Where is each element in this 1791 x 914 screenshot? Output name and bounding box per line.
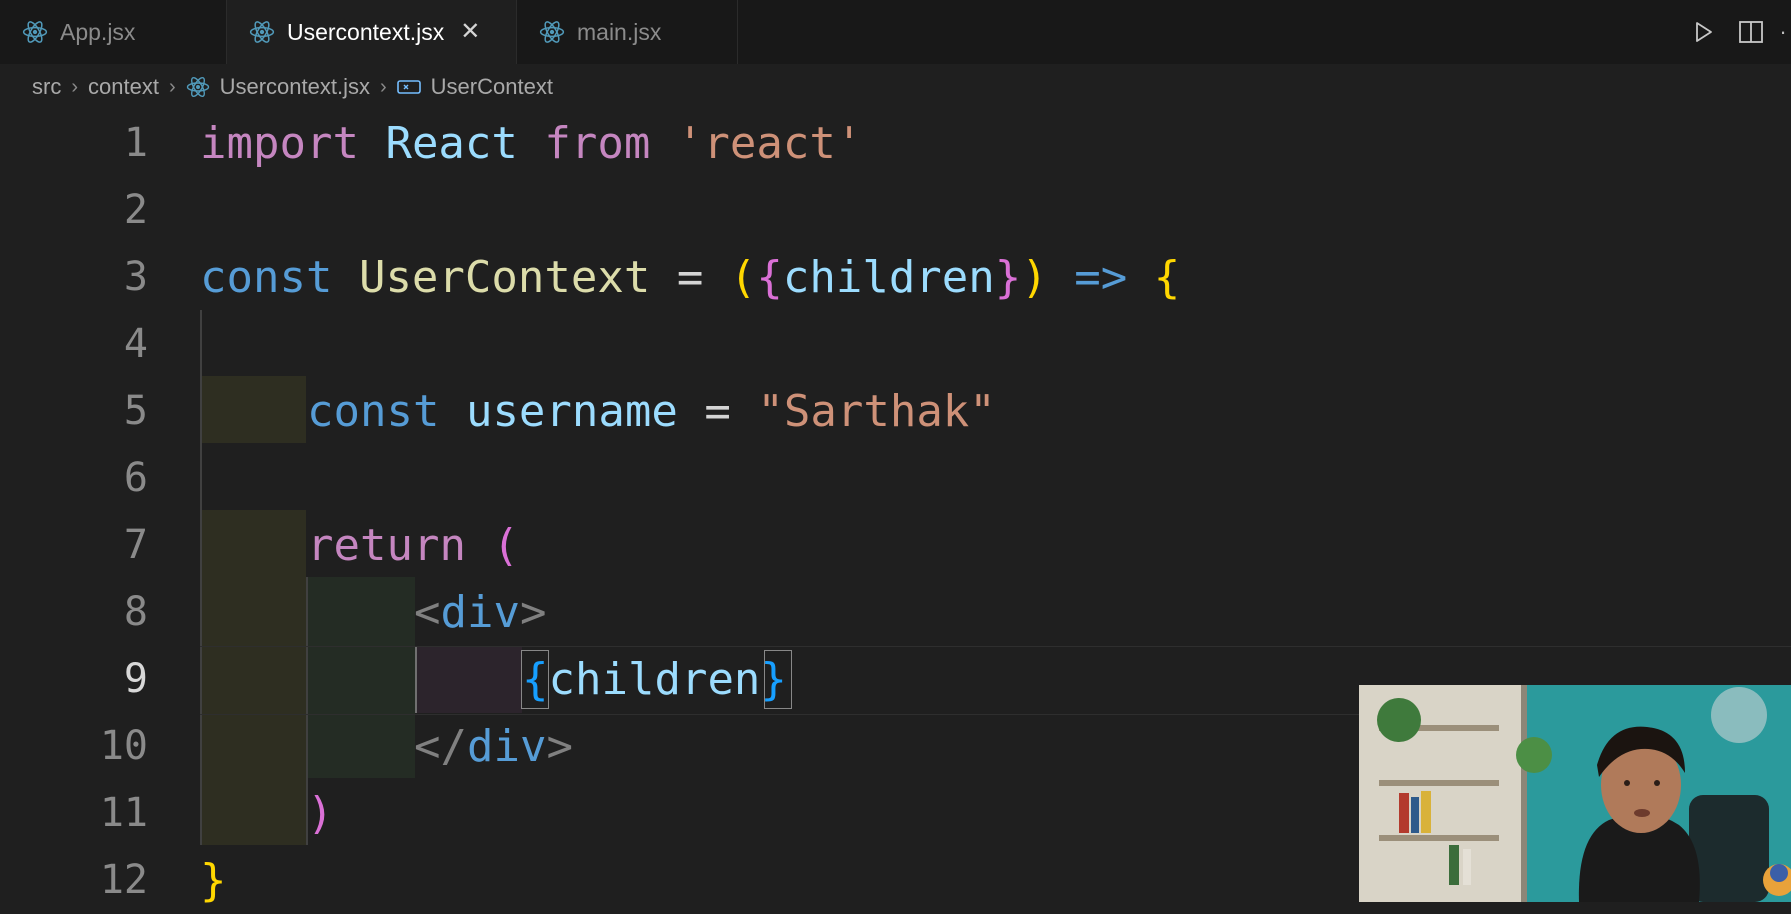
- string-literal: 'react': [676, 118, 863, 169]
- react-icon: [249, 19, 275, 45]
- bracket: }: [200, 855, 227, 906]
- tag-bracket: <: [414, 587, 441, 638]
- keyword: import: [200, 118, 359, 169]
- line-number: 4: [123, 321, 148, 367]
- line-number: 3: [123, 254, 148, 300]
- operator: =: [676, 252, 704, 303]
- line-number: 10: [99, 723, 148, 769]
- keyword: const: [200, 252, 333, 303]
- run-icon[interactable]: [1679, 8, 1727, 56]
- line-number: 5: [123, 388, 148, 434]
- tab-bar: App.jsx Usercontext.jsx ✕ main.jsx ·: [0, 0, 1791, 64]
- bracket: {: [756, 252, 783, 303]
- code-line: 1 import React from 'react': [0, 110, 1791, 177]
- line-number: 9: [123, 656, 148, 702]
- keyword: return: [307, 520, 466, 571]
- webcam-overlay: [1359, 685, 1791, 902]
- line-number: 8: [123, 589, 148, 635]
- react-icon: [539, 19, 565, 45]
- code-text: const username = "Sarthak": [307, 378, 996, 445]
- tab-usercontext-jsx[interactable]: Usercontext.jsx ✕: [227, 0, 516, 64]
- line-number: 6: [123, 455, 148, 501]
- tab-separator: [737, 0, 738, 64]
- bracket: }: [994, 252, 1022, 303]
- code-text: <div>: [414, 579, 546, 646]
- code-line: 4: [0, 311, 1791, 378]
- code-line: 7 return (: [0, 512, 1791, 579]
- string-literal: "Sarthak": [757, 386, 996, 437]
- code-line: 2: [0, 177, 1791, 244]
- parameter: children: [782, 252, 995, 303]
- bracket: {: [1153, 252, 1181, 303]
- chevron-right-icon: ›: [168, 75, 176, 98]
- chevron-right-icon: ›: [380, 75, 387, 98]
- close-icon[interactable]: ✕: [460, 20, 480, 44]
- keyword: const: [307, 386, 440, 437]
- code-line: 6: [0, 445, 1791, 512]
- bracket-match-highlight: [764, 650, 792, 709]
- tab-app-jsx[interactable]: App.jsx: [0, 0, 226, 64]
- webcam-video-frame: [1359, 685, 1791, 902]
- line-number: 11: [99, 790, 148, 836]
- split-editor-icon[interactable]: [1727, 8, 1775, 56]
- tag-bracket: >: [519, 587, 547, 638]
- more-actions-icon[interactable]: ·: [1775, 8, 1791, 56]
- breadcrumb-item-src[interactable]: src: [32, 74, 61, 100]
- code-text: return (: [307, 512, 519, 579]
- tab-label: App.jsx: [60, 18, 136, 45]
- identifier: children: [548, 654, 761, 705]
- react-icon: [186, 75, 210, 99]
- breadcrumb-item-symbol[interactable]: UserContext: [431, 74, 553, 100]
- code-line: 8 <div>: [0, 579, 1791, 646]
- identifier: username: [465, 386, 678, 437]
- chevron-right-icon: ›: [71, 75, 78, 98]
- line-number: 7: [123, 522, 148, 568]
- code-text: import React from 'react': [200, 110, 862, 177]
- jsx-tag: div: [466, 721, 547, 772]
- operator: =>: [1074, 252, 1128, 303]
- breadcrumb-item-file[interactable]: Usercontext.jsx: [220, 74, 370, 100]
- function-name: UserContext: [358, 252, 651, 303]
- keyword: from: [544, 118, 651, 169]
- identifier: React: [385, 118, 518, 169]
- react-icon: [22, 19, 48, 45]
- editor-actions: ·: [1679, 0, 1791, 64]
- code-line: 3 const UserContext = ({children}) => {: [0, 244, 1791, 311]
- bracket: ): [1021, 252, 1048, 303]
- line-number: 2: [123, 187, 148, 233]
- tab-label: main.jsx: [577, 18, 662, 45]
- bracket-match-highlight: [521, 650, 549, 709]
- breadcrumb-item-context[interactable]: context: [88, 74, 159, 100]
- code-text: </div>: [414, 713, 573, 780]
- tag-bracket: </: [414, 721, 467, 772]
- bracket: ): [307, 788, 334, 839]
- symbol-variable-icon: [396, 77, 421, 97]
- code-text: }: [200, 847, 227, 914]
- breadcrumb: src › context › Usercontext.jsx › UserCo…: [0, 64, 1791, 110]
- line-number: 12: [99, 857, 148, 903]
- code-text: ): [307, 780, 334, 847]
- line-number: 1: [123, 120, 148, 166]
- bracket: (: [729, 252, 757, 303]
- tab-main-jsx[interactable]: main.jsx: [517, 0, 737, 64]
- code-text: const UserContext = ({children}) => {: [200, 244, 1180, 311]
- bracket: (: [492, 520, 519, 571]
- tag-bracket: >: [546, 721, 573, 772]
- jsx-tag: div: [440, 587, 520, 638]
- operator: =: [704, 386, 731, 437]
- tab-label: Usercontext.jsx: [287, 18, 445, 45]
- code-text: {children}: [522, 646, 787, 713]
- code-line: 5 const username = "Sarthak": [0, 378, 1791, 445]
